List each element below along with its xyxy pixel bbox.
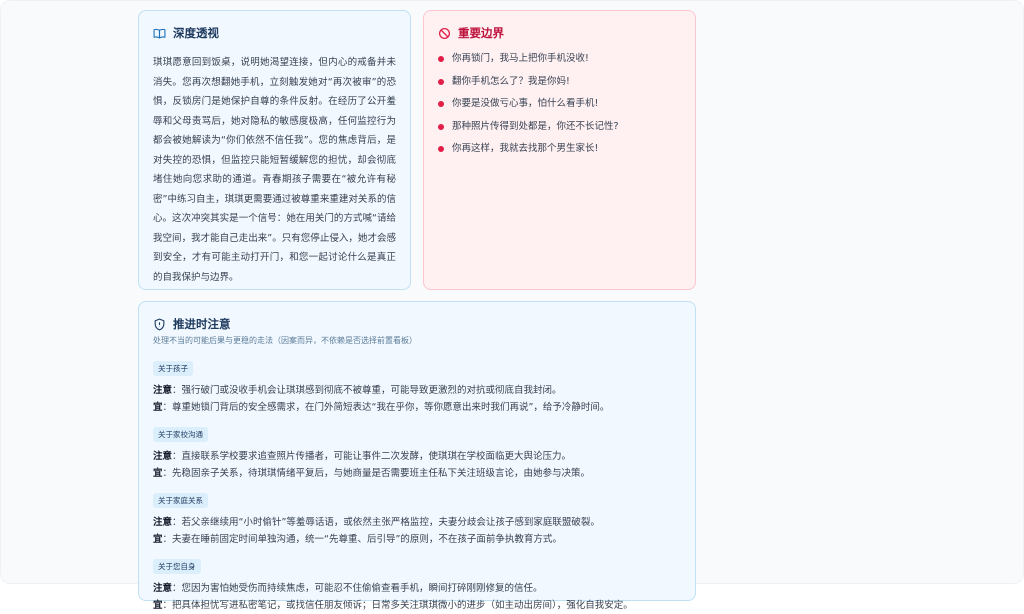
advice-label: 宜 <box>153 534 163 545</box>
bullet-dot-icon <box>438 56 444 62</box>
insight-header: 深度透视 <box>153 25 396 41</box>
advice-text: ：先稳固亲子关系，待琪琪情绪平复后，与她商量是否需要班主任私下关注班级言论，由她… <box>162 468 591 479</box>
cautions-title: 推进时注意 <box>173 317 231 331</box>
bullet-dot-icon <box>438 78 444 85</box>
boundary-card: 重要边界 你再锁门，我马上把你手机没收! 翻你手机怎么了？我是你妈! 你要是没做… <box>423 10 696 290</box>
caution-advice: 宜：把具体担忧写进私密笔记，或找信任朋友倾诉；日常多关注琪琪微小的进步（如主动出… <box>153 597 681 614</box>
note-label: 注意 <box>153 451 173 462</box>
boundary-header: 重要边界 <box>438 25 681 41</box>
cautions-card: 推进时注意 处理不当的可能后果与更稳的走法（因案而异，不依赖是否选择前置看板） … <box>138 301 696 611</box>
boundary-item-text: 那种照片传得到处都是，你还不长记性? <box>452 120 619 132</box>
caution-note: 注意：直接联系学校要求追查照片传播者，可能让事件二次发酵，使琪琪在学校面临更大舆… <box>153 448 681 465</box>
caution-note: 注意：您因为害怕她受伤而持续焦虑，可能忍不住偷偷查看手机，瞬间打碎刚刚修复的信任… <box>153 580 681 597</box>
advice-text: ：把具体担忧写进私密笔记，或找信任朋友倾诉；日常多关注琪琪微小的进步（如主动出房… <box>162 600 633 611</box>
caution-note: 注意：强行破门或没收手机会让琪琪感到彻底不被尊重，可能导致更激烈的对抗或彻底自我… <box>153 382 681 399</box>
bullet-dot-icon <box>438 146 444 152</box>
bullet-dot-icon <box>438 101 444 107</box>
insight-card: 深度透视 琪琪愿意回到饭桌，说明她渴望连接，但内心的戒备并未消失。您再次想翻她手… <box>138 10 411 290</box>
insight-title: 深度透视 <box>173 26 219 40</box>
note-text: ：您因为害怕她受伤而持续焦虑，可能忍不住偷偷查看手机，瞬间打碎刚刚修复的信任。 <box>172 583 543 594</box>
caution-section-family: 关于家庭关系 注意：若父亲继续用“小时偷针”等羞辱话语，或依然主张严格监控，夫妻… <box>153 488 681 548</box>
book-open-icon <box>153 27 166 40</box>
note-text: ：直接联系学校要求追查照片传播者，可能让事件二次发酵，使琪琪在学校面临更大舆论压… <box>172 451 572 462</box>
list-item: 你要是没做亏心事，怕什么看手机! <box>438 98 681 110</box>
boundary-item-text: 翻你手机怎么了？我是你妈! <box>452 75 570 87</box>
note-label: 注意 <box>153 517 173 528</box>
list-item: 那种照片传得到处都是，你还不长记性? <box>438 121 681 133</box>
caution-advice: 宜：先稳固亲子关系，待琪琪情绪平复后，与她商量是否需要班主任私下关注班级言论，由… <box>153 465 681 482</box>
section-tag: 关于家庭关系 <box>153 493 208 508</box>
caution-note: 注意：若父亲继续用“小时偷针”等羞辱话语，或依然主张严格监控，夫妻分歧会让孩子感… <box>153 514 681 531</box>
advice-text: ：夫妻在睡前固定时间单独沟通，统一“先尊重、后引导”的原则，不在孩子面前争执教育… <box>162 534 562 545</box>
bullet-dot-icon <box>438 123 444 130</box>
section-tag: 关于孩子 <box>153 361 193 376</box>
list-item: 你再锁门，我马上把你手机没收! <box>438 53 681 65</box>
caution-advice: 宜：尊重她锁门背后的安全感需求，在门外简短表达“我在乎你，等你愿意出来时我们再说… <box>153 399 681 416</box>
caution-section-child: 关于孩子 注意：强行破门或没收手机会让琪琪感到彻底不被尊重，可能导致更激烈的对抗… <box>153 356 681 416</box>
caution-advice: 宜：夫妻在睡前固定时间单独沟通，统一“先尊重、后引导”的原则，不在孩子面前争执教… <box>153 531 681 548</box>
no-entry-icon <box>438 27 451 40</box>
boundary-title: 重要边界 <box>458 26 504 40</box>
note-text: ：若父亲继续用“小时偷针”等羞辱话语，或依然主张严格监控，夫妻分歧会让孩子感到家… <box>172 517 600 528</box>
caution-section-self: 关于您自身 注意：您因为害怕她受伤而持续焦虑，可能忍不住偷偷查看手机，瞬间打碎刚… <box>153 554 681 614</box>
list-item: 翻你手机怎么了？我是你妈! <box>438 76 681 88</box>
advice-text: ：尊重她锁门背后的安全感需求，在门外简短表达“我在乎你，等你愿意出来时我们再说”… <box>162 402 610 413</box>
list-item: 你再这样，我就去找那个男生家长! <box>438 143 681 155</box>
caution-section-school: 关于家校沟通 注意：直接联系学校要求追查照片传播者，可能让事件二次发酵，使琪琪在… <box>153 422 681 482</box>
cautions-subtitle: 处理不当的可能后果与更稳的走法（因案而异，不依赖是否选择前置看板） <box>153 336 417 345</box>
insight-body: 琪琪愿意回到饭桌，说明她渴望连接，但内心的戒备并未消失。您再次想翻她手机，立刻触… <box>153 57 396 283</box>
note-text: ：强行破门或没收手机会让琪琪感到彻底不被尊重，可能导致更激烈的对抗或彻底自我封闭… <box>172 385 562 396</box>
section-tag: 关于家校沟通 <box>153 427 208 442</box>
advice-label: 宜 <box>153 402 163 413</box>
note-label: 注意 <box>153 583 173 594</box>
advice-label: 宜 <box>153 468 163 479</box>
advice-label: 宜 <box>153 600 163 611</box>
boundary-list: 你再锁门，我马上把你手机没收! 翻你手机怎么了？我是你妈! 你要是没做亏心事，怕… <box>438 53 681 155</box>
note-label: 注意 <box>153 385 173 396</box>
cautions-header: 推进时注意 <box>153 316 681 332</box>
boundary-item-text: 你要是没做亏心事，怕什么看手机! <box>452 98 599 109</box>
shield-alert-icon <box>153 318 166 331</box>
boundary-item-text: 你再锁门，我马上把你手机没收! <box>452 53 589 64</box>
section-tag: 关于您自身 <box>153 559 201 574</box>
boundary-item-text: 你再这样，我就去找那个男生家长! <box>452 143 599 154</box>
